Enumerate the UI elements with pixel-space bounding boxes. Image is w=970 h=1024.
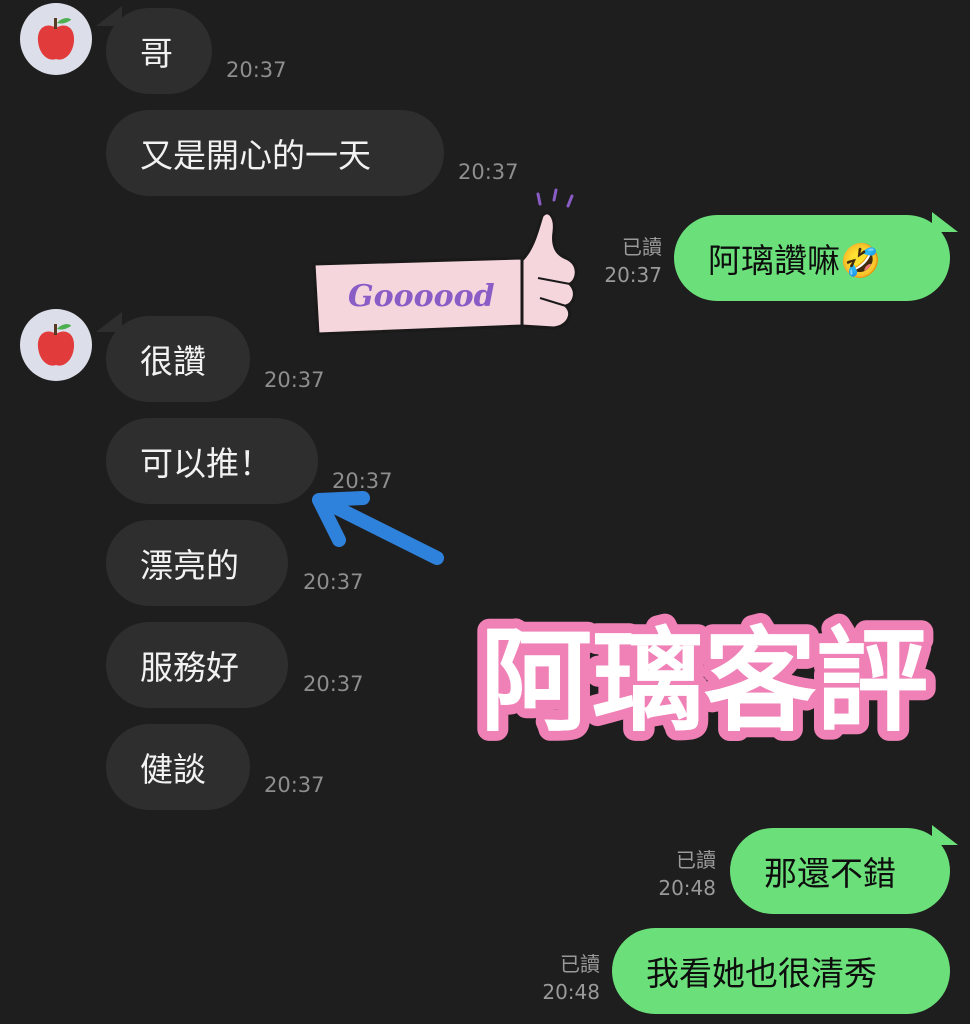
message-time: 20:37 [226,58,287,82]
message-bubble-outgoing[interactable]: 阿璃讚嘛🤣 [674,215,950,301]
message-text: 那還不錯 [764,854,896,893]
arrow-icon [312,491,444,565]
banner-text-fill: 阿璃客評 [480,617,928,747]
message-bubble-incoming[interactable]: 又是開心的一天 [106,110,444,196]
message-bubble-incoming[interactable]: 哥 [106,8,212,94]
contact-avatar[interactable] [20,309,92,381]
message-bubble-incoming[interactable]: 漂亮的 [106,520,288,606]
message-time: 20:37 [264,773,325,797]
message-text: 漂亮的 [140,546,239,585]
message-time: 20:48 [658,876,716,900]
message-text: 很讚 [140,342,206,381]
message-meta: 已讀 20:48 [640,846,716,902]
message-bubble-outgoing[interactable]: 那還不錯 [730,828,950,914]
contact-avatar[interactable] [20,3,92,75]
read-receipt: 已讀 [560,952,600,976]
read-receipt: 已讀 [622,235,662,259]
message-time: 20:37 [303,672,364,696]
message-time: 20:37 [303,570,364,594]
message-meta: 已讀 20:48 [524,950,600,1006]
message-text: 可以推！ [140,444,272,483]
message-text: 哥 [140,34,173,73]
message-bubble-outgoing[interactable]: 我看她也很清秀 [612,928,950,1014]
message-text: 又是開心的一天 [140,136,371,175]
message-bubble-incoming[interactable]: 很讚 [106,316,250,402]
apple-icon [37,324,75,366]
message-time: 20:37 [604,263,662,287]
message-text: 我看她也很清秀 [646,954,877,993]
message-time: 20:37 [264,368,325,392]
message-time: 20:48 [542,980,600,1004]
thumbs-up-icon: Goooood [312,188,578,336]
message-meta: 已讀 20:37 [586,233,662,289]
read-receipt: 已讀 [676,848,716,872]
apple-icon [37,18,75,60]
thumbs-up-sticker: Goooood [308,188,580,338]
sticker-text: Goooood [348,279,495,314]
message-text: 服務好 [140,648,239,687]
message-text: 阿璃讚嘛🤣 [708,241,882,280]
message-time: 20:37 [458,160,519,184]
message-text: 健談 [140,750,206,789]
message-bubble-incoming[interactable]: 服務好 [106,622,288,708]
review-banner: 阿璃客評 阿璃客評 [454,602,954,757]
message-bubble-incoming[interactable]: 可以推！ [106,418,318,504]
message-bubble-incoming[interactable]: 健談 [106,724,250,810]
